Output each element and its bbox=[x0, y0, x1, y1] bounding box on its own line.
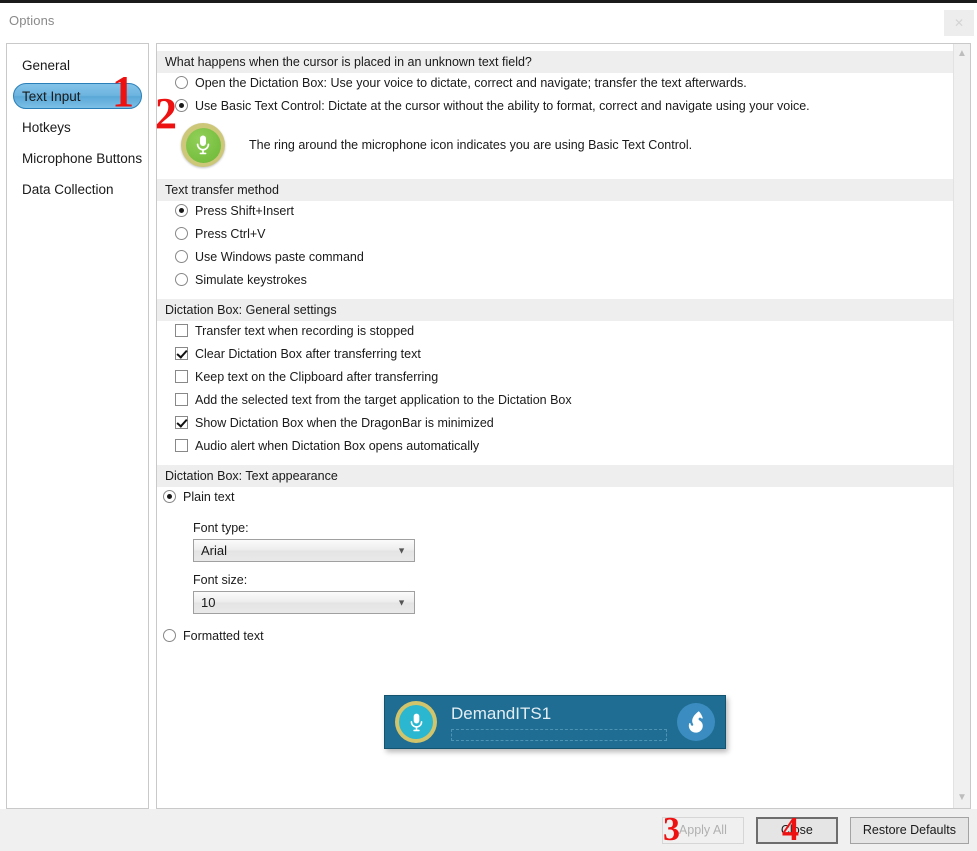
radio-label-basic-text-control: Use Basic Text Control: Dictate at the c… bbox=[195, 99, 810, 113]
sidebar-item-microphone-buttons[interactable]: Microphone Buttons bbox=[13, 145, 142, 171]
checkbox-row-keep-clipboard[interactable]: Keep text on the Clipboard after transfe… bbox=[157, 367, 953, 390]
dragonbar-microphone-icon[interactable] bbox=[395, 701, 437, 743]
radio-formatted-text[interactable] bbox=[163, 629, 176, 642]
dragon-flame-icon[interactable] bbox=[677, 703, 715, 741]
font-size-group: Font size: 10 ▼ bbox=[157, 573, 953, 614]
radio-press-ctrl-v[interactable] bbox=[175, 227, 188, 240]
font-type-label: Font type: bbox=[193, 521, 249, 535]
settings-scroll-area: What happens when the cursor is placed i… bbox=[157, 44, 953, 808]
scroll-up-icon[interactable]: ▲ bbox=[955, 47, 970, 61]
radio-row-shift-insert[interactable]: Press Shift+Insert bbox=[157, 201, 953, 224]
checkbox-keep-clipboard[interactable] bbox=[175, 370, 188, 383]
checkbox-row-audio-alert[interactable]: Audio alert when Dictation Box opens aut… bbox=[157, 436, 953, 459]
radio-row-windows-paste[interactable]: Use Windows paste command bbox=[157, 247, 953, 270]
dragonbar-profile-name: DemandITS1 bbox=[451, 703, 552, 723]
dialog-body: General Text Input Hotkeys Microphone Bu… bbox=[0, 39, 977, 809]
sidebar-item-general[interactable]: General bbox=[13, 52, 142, 78]
chevron-down-icon: ▼ bbox=[397, 597, 406, 607]
dragonbar-preview-wrap: DemandITS1 bbox=[157, 695, 953, 749]
microphone-icon bbox=[181, 123, 225, 167]
checkbox-label-clear-after-transfer: Clear Dictation Box after transferring t… bbox=[195, 347, 421, 361]
radio-open-dictation-box[interactable] bbox=[175, 76, 188, 89]
radio-label-formatted-text: Formatted text bbox=[183, 629, 264, 643]
radio-plain-text[interactable] bbox=[163, 490, 176, 503]
font-size-select[interactable]: 10 ▼ bbox=[193, 591, 415, 614]
font-type-value: Arial bbox=[201, 543, 228, 558]
dragonbar-center: DemandITS1 bbox=[437, 704, 677, 741]
basic-text-control-note: The ring around the microphone icon indi… bbox=[249, 138, 693, 152]
radio-row-plain-text[interactable]: Plain text bbox=[157, 487, 953, 510]
close-button[interactable]: Close bbox=[755, 816, 838, 844]
radio-row-open-dictation-box[interactable]: Open the Dictation Box: Use your voice t… bbox=[157, 73, 953, 96]
dragonbar-preview: DemandITS1 bbox=[384, 695, 726, 749]
radio-row-ctrl-v[interactable]: Press Ctrl+V bbox=[157, 224, 953, 247]
checkbox-label-add-selected-text: Add the selected text from the target ap… bbox=[195, 393, 572, 407]
font-type-select[interactable]: Arial ▼ bbox=[193, 539, 415, 562]
page-title: Options bbox=[9, 13, 55, 28]
section-header-text-appearance: Dictation Box: Text appearance bbox=[157, 465, 953, 487]
radio-use-windows-paste[interactable] bbox=[175, 250, 188, 263]
radio-label-plain-text: Plain text bbox=[183, 490, 235, 504]
radio-label-press-ctrl-v: Press Ctrl+V bbox=[195, 227, 266, 241]
checkbox-row-show-when-minimized[interactable]: Show Dictation Box when the DragonBar is… bbox=[157, 413, 953, 436]
sidebar-item-data-collection[interactable]: Data Collection bbox=[13, 176, 142, 202]
checkbox-add-selected-text[interactable] bbox=[175, 393, 188, 406]
section-header-general-settings: Dictation Box: General settings bbox=[157, 299, 953, 321]
font-size-value: 10 bbox=[201, 595, 216, 610]
checkbox-row-transfer-on-stop[interactable]: Transfer text when recording is stopped bbox=[157, 321, 953, 344]
scroll-down-icon[interactable]: ▼ bbox=[955, 791, 970, 805]
checkbox-label-show-when-minimized: Show Dictation Box when the DragonBar is… bbox=[195, 416, 494, 430]
radio-basic-text-control[interactable] bbox=[175, 99, 188, 112]
checkbox-transfer-on-stop[interactable] bbox=[175, 324, 188, 337]
close-icon[interactable]: ✕ bbox=[944, 10, 974, 36]
radio-label-simulate-keystrokes: Simulate keystrokes bbox=[195, 273, 307, 287]
vertical-scrollbar[interactable]: ▲ ▼ bbox=[953, 44, 970, 808]
font-size-label: Font size: bbox=[193, 573, 248, 587]
basic-text-control-illustration: The ring around the microphone icon indi… bbox=[157, 119, 953, 173]
radio-label-press-shift-insert: Press Shift+Insert bbox=[195, 204, 294, 218]
sidebar-item-hotkeys[interactable]: Hotkeys bbox=[13, 114, 142, 140]
apply-all-button[interactable]: Apply All bbox=[661, 816, 744, 844]
checkbox-label-audio-alert: Audio alert when Dictation Box opens aut… bbox=[195, 439, 480, 453]
checkbox-label-keep-clipboard: Keep text on the Clipboard after transfe… bbox=[195, 370, 439, 384]
radio-press-shift-insert[interactable] bbox=[175, 204, 188, 217]
checkbox-show-when-minimized[interactable] bbox=[175, 416, 188, 429]
section-header-transfer-method: Text transfer method bbox=[157, 179, 953, 201]
checkbox-row-add-selected-text[interactable]: Add the selected text from the target ap… bbox=[157, 390, 953, 413]
radio-simulate-keystrokes[interactable] bbox=[175, 273, 188, 286]
restore-defaults-button[interactable]: Restore Defaults bbox=[849, 816, 969, 844]
sidebar: General Text Input Hotkeys Microphone Bu… bbox=[6, 43, 149, 809]
checkbox-row-clear-after-transfer[interactable]: Clear Dictation Box after transferring t… bbox=[157, 344, 953, 367]
radio-label-open-dictation-box: Open the Dictation Box: Use your voice t… bbox=[195, 76, 747, 90]
checkbox-clear-after-transfer[interactable] bbox=[175, 347, 188, 360]
settings-panel: What happens when the cursor is placed i… bbox=[156, 43, 971, 809]
radio-row-simulate-keystrokes[interactable]: Simulate keystrokes bbox=[157, 270, 953, 293]
checkbox-audio-alert[interactable] bbox=[175, 439, 188, 452]
sidebar-item-text-input[interactable]: Text Input bbox=[13, 83, 142, 109]
radio-label-use-windows-paste: Use Windows paste command bbox=[195, 250, 364, 264]
chevron-down-icon: ▼ bbox=[397, 545, 406, 555]
dragonbar-message-field[interactable] bbox=[451, 728, 667, 741]
checkbox-label-transfer-on-stop: Transfer text when recording is stopped bbox=[195, 324, 415, 338]
font-type-group: Font type: Arial ▼ bbox=[157, 521, 953, 562]
options-dialog: Options ✕ General Text Input Hotkeys Mic… bbox=[0, 0, 977, 851]
radio-row-basic-text-control[interactable]: Use Basic Text Control: Dictate at the c… bbox=[157, 96, 953, 119]
section-header-unknown-field: What happens when the cursor is placed i… bbox=[157, 51, 953, 73]
dialog-footer: Apply All Close Restore Defaults bbox=[0, 809, 977, 851]
radio-row-formatted-text[interactable]: Formatted text bbox=[157, 626, 953, 649]
title-bar: Options ✕ bbox=[0, 0, 977, 39]
